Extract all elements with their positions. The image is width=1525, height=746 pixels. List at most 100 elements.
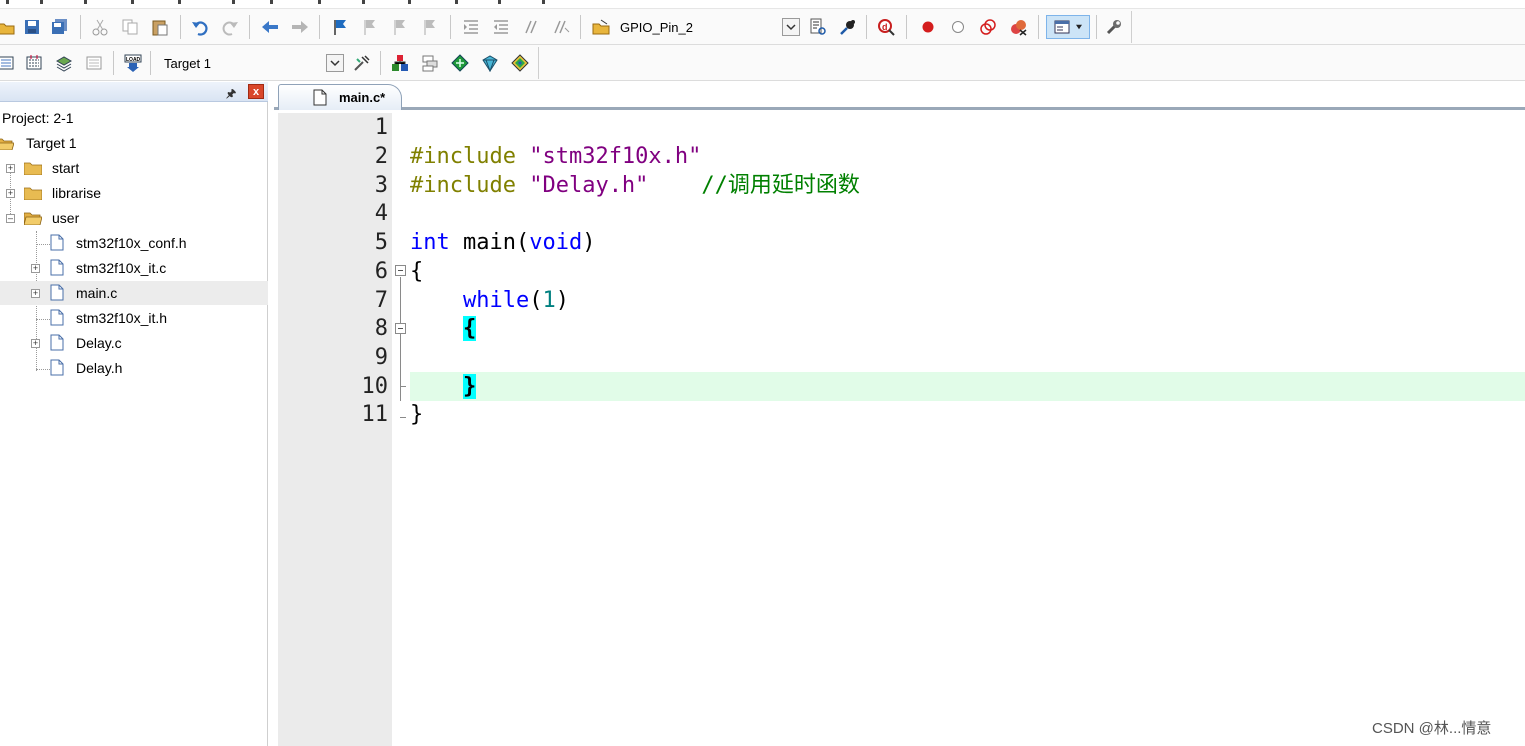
fold-collapse-icon[interactable] [395, 323, 406, 334]
run-time-env-icon[interactable] [510, 53, 530, 73]
pin-icon[interactable]: 🖈︎ [226, 85, 236, 104]
tab-main-c[interactable]: main.c* [278, 84, 402, 110]
svg-text:d: d [882, 22, 888, 32]
expand-icon[interactable]: + [31, 339, 40, 348]
select-packs-icon[interactable] [480, 53, 500, 73]
breakpoint-disable-icon[interactable] [948, 17, 968, 37]
string-token: "Delay.h" [529, 173, 649, 198]
fold-collapse-icon[interactable] [395, 265, 406, 276]
code-area[interactable]: #include "stm32f10x.h" #include "Delay.h… [410, 113, 1525, 746]
tree-file-item[interactable]: stm32f10x_conf.h [0, 231, 268, 255]
download-icon[interactable]: LOAD [123, 53, 143, 73]
target-select[interactable]: Target 1 [160, 52, 346, 74]
expand-icon[interactable]: + [31, 289, 40, 298]
file-label: stm32f10x_it.h [76, 310, 168, 326]
paste-icon[interactable] [150, 17, 170, 37]
matched-brace: { [462, 316, 477, 341]
bookmark-clear-icon[interactable] [420, 17, 440, 37]
tree-group-user[interactable]: – user [0, 206, 268, 230]
open-icon[interactable] [0, 17, 16, 37]
tree-item-target[interactable]: Target 1 [0, 131, 268, 155]
title-strip [0, 0, 1525, 9]
tree-file-item[interactable]: + Delay.c [0, 331, 268, 355]
rebuild-icon[interactable] [54, 53, 74, 73]
line-number: 1 [374, 115, 388, 140]
punct-token: ( [529, 288, 543, 313]
translate-icon[interactable] [0, 53, 16, 73]
group-label: start [52, 160, 80, 176]
cut-icon[interactable] [90, 17, 110, 37]
nav-back-icon[interactable] [260, 17, 280, 37]
comment-token: //调用延时函数 [701, 173, 860, 198]
line-number: 10 [361, 374, 389, 399]
manage-project-icon[interactable] [390, 53, 410, 73]
redo-icon[interactable] [220, 17, 240, 37]
undo-icon[interactable] [190, 17, 210, 37]
project-root[interactable]: Project: 2-1 [0, 106, 268, 130]
tree-file-item[interactable]: Delay.h [0, 356, 268, 380]
bookmark-icon[interactable] [330, 17, 350, 37]
punct-token: { [410, 259, 424, 284]
bookmark-next-icon[interactable] [390, 17, 410, 37]
preprocessor-token: #include [410, 144, 516, 169]
code-line: while(1) [410, 286, 1525, 315]
toolbar-separator [80, 15, 81, 39]
indent-icon[interactable] [461, 17, 481, 37]
toolbar-separator [866, 15, 867, 39]
expand-icon[interactable]: + [6, 189, 15, 198]
bookmark-prev-icon[interactable] [360, 17, 380, 37]
uncomment-icon[interactable] [551, 17, 571, 37]
file-icon [313, 89, 327, 106]
code-line: { [410, 314, 1525, 343]
punct-token: ) [555, 288, 569, 313]
expand-icon[interactable]: + [31, 264, 40, 273]
group-label: librarise [52, 185, 102, 201]
tree-group-start[interactable]: + start [0, 156, 268, 180]
unindent-icon[interactable] [491, 17, 511, 37]
file-toolbar: GPIO_Pin_2 d [0, 9, 1525, 45]
line-number: 6 [374, 259, 388, 284]
batch-build-icon[interactable] [84, 53, 104, 73]
tree-file-item-selected[interactable]: + main.c [0, 281, 268, 305]
find-icon[interactable] [838, 17, 858, 37]
file-label: stm32f10x_conf.h [76, 235, 187, 251]
tree-group-librarise[interactable]: + librarise [0, 181, 268, 205]
build-icon[interactable] [24, 53, 44, 73]
file-icon [50, 359, 64, 376]
target-options-icon[interactable] [352, 53, 372, 73]
collapse-icon[interactable]: – [6, 214, 15, 223]
fold-margin [392, 113, 410, 746]
toolbar-separator [113, 51, 114, 75]
save-all-icon[interactable] [50, 17, 70, 37]
pack-installer-icon[interactable] [450, 53, 470, 73]
manage-books-icon[interactable] [420, 53, 440, 73]
chevron-down-icon[interactable] [326, 54, 344, 72]
nav-forward-icon[interactable] [290, 17, 310, 37]
code-editor[interactable]: 1 2 3 4 5 6 7 8 9 10 11 #include "stm32f… [278, 113, 1525, 746]
copy-icon[interactable] [120, 17, 140, 37]
project-panel-header: 🖈︎ x [0, 82, 268, 102]
breakpoint-kill-icon[interactable] [1008, 17, 1028, 37]
chevron-down-icon[interactable] [782, 18, 800, 36]
close-icon[interactable]: x [248, 84, 264, 99]
configure-icon[interactable] [1104, 17, 1124, 37]
punct-token: ) [582, 230, 596, 255]
tree-file-item[interactable]: stm32f10x_it.h [0, 306, 268, 330]
find-combo[interactable]: GPIO_Pin_2 [616, 16, 802, 38]
save-icon[interactable] [22, 17, 42, 37]
window-layout-button[interactable] [1046, 15, 1090, 39]
comment-icon[interactable] [521, 17, 541, 37]
tree-file-item[interactable]: + stm32f10x_it.c [0, 256, 268, 280]
toolbar-separator [580, 15, 581, 39]
line-number: 5 [374, 230, 388, 255]
breakpoint-disable-all-icon[interactable] [978, 17, 998, 37]
debug-icon[interactable]: d [876, 17, 896, 37]
line-number: 3 [374, 173, 388, 198]
breakpoint-icon[interactable] [918, 17, 938, 37]
expand-icon[interactable]: + [6, 164, 15, 173]
toolbar-separator [180, 15, 181, 39]
find-in-files-icon[interactable] [808, 17, 828, 37]
punct-token: } [410, 402, 424, 427]
